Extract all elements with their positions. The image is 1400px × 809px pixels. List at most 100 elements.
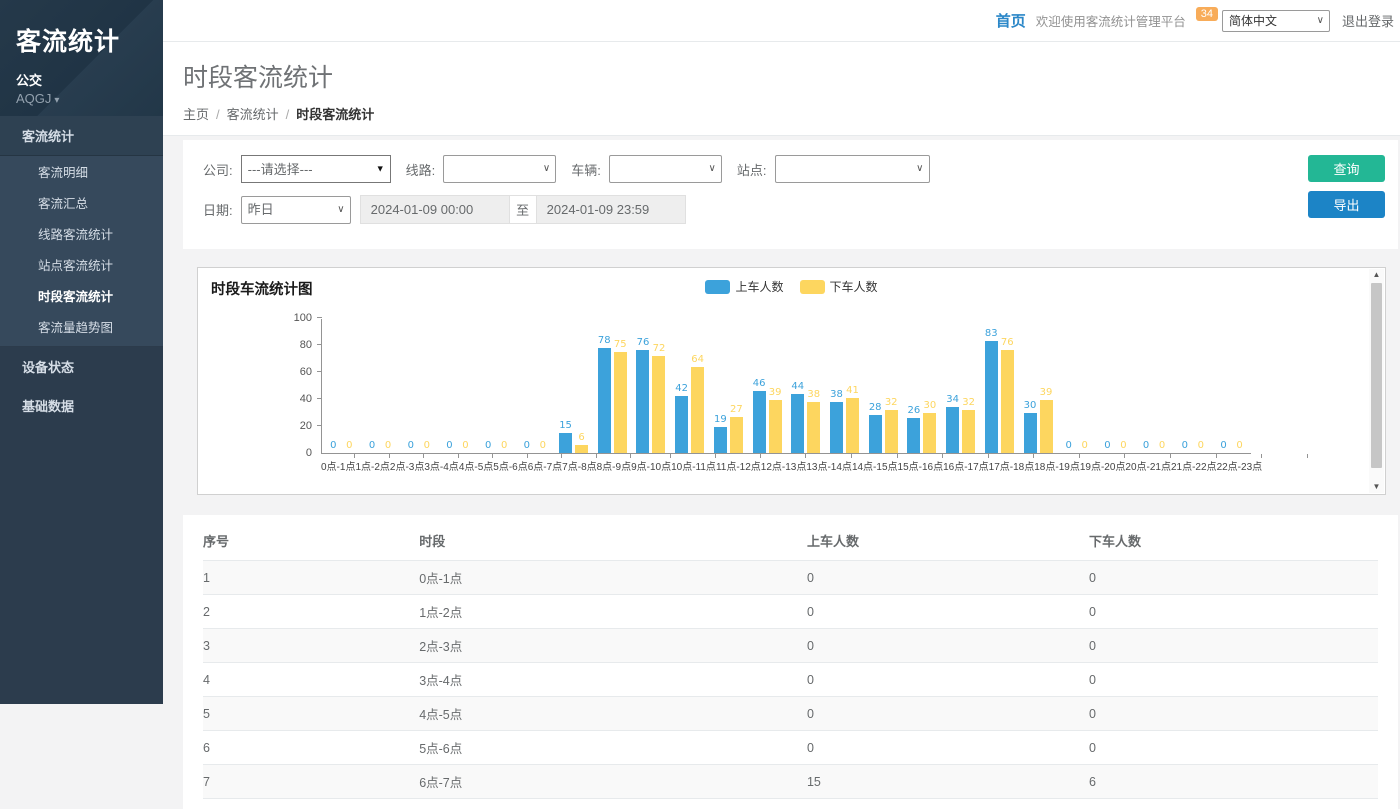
y-axis-label: 60	[282, 366, 312, 378]
breadcrumb-separator: /	[279, 107, 297, 122]
bar-value-label: 26	[908, 405, 921, 416]
bar-value-label: 39	[769, 387, 782, 398]
table-cell: 7	[203, 765, 419, 799]
chart-bar	[946, 407, 959, 453]
bar-value-label: 0	[1143, 440, 1149, 451]
y-axis-tick	[317, 398, 322, 399]
bar-group: 7875	[593, 319, 632, 453]
date-start-input[interactable]	[360, 195, 510, 224]
org-selector[interactable]: AQGJ▾	[16, 91, 147, 106]
breadcrumb-separator: /	[209, 107, 227, 122]
chevron-down-icon: ▾	[54, 95, 59, 106]
x-axis-label: 4点-5点	[459, 454, 493, 470]
bar-group: 2832	[864, 319, 903, 453]
legend-swatch	[705, 280, 730, 294]
page-title: 时段客流统计	[183, 58, 1400, 94]
table-cell: 0	[807, 561, 1089, 595]
bar-group: 00	[1173, 319, 1212, 453]
bar-value-label: 0	[346, 440, 352, 451]
bar-value-label: 0	[485, 440, 491, 451]
page-heading: 时段客流统计 主页/客流统计/时段客流统计	[163, 42, 1400, 136]
bar-group: 3432	[941, 319, 980, 453]
vehicle-select-wrap: ∨	[609, 155, 722, 183]
bar-value-label: 15	[559, 420, 572, 431]
company-label: 公司:	[203, 160, 233, 179]
date-preset-select[interactable]: 昨日	[241, 196, 351, 224]
sidebar-item-客流汇总[interactable]: 客流汇总	[0, 187, 163, 218]
table-body: 10点-1点0021点-2点0032点-3点0043点-4点0054点-5点00…	[203, 561, 1378, 799]
chart-bar	[675, 396, 688, 453]
y-axis-label: 0	[282, 447, 312, 459]
bar-value-label: 32	[962, 397, 975, 408]
table-cell: 0	[1089, 595, 1378, 629]
x-axis-label: 0点-1点	[321, 454, 355, 470]
table-cell: 5点-6点	[419, 731, 807, 765]
welcome-text: 欢迎使用客流统计管理平台	[1036, 11, 1186, 30]
sidebar-item-客流统计[interactable]: 客流统计	[0, 116, 163, 156]
bar-value-label: 0	[385, 440, 391, 451]
breadcrumb: 主页/客流统计/时段客流统计	[183, 104, 1400, 123]
scrollbar-thumb[interactable]	[1371, 283, 1382, 468]
x-axis-label: 11点-12点	[716, 454, 761, 470]
breadcrumb-item[interactable]: 客流统计	[227, 107, 279, 122]
bar-value-label: 46	[753, 378, 766, 389]
sidebar-item-客流明细[interactable]: 客流明细	[0, 156, 163, 187]
table-column-header: 下车人数	[1089, 517, 1378, 561]
table-cell: 2	[203, 595, 419, 629]
bar-value-label: 0	[501, 440, 507, 451]
table-cell: 3	[203, 629, 419, 663]
chart-bar	[559, 433, 572, 453]
legend-label: 上车人数	[735, 278, 783, 295]
bar-value-label: 0	[1120, 440, 1126, 451]
chart-scrollbar[interactable]: ▲ ▼	[1369, 269, 1384, 493]
home-link[interactable]: 首页	[996, 10, 1026, 31]
chart-panel: 时段车流统计图 上车人数下车人数 00000000000015678757672…	[197, 267, 1386, 495]
breadcrumb-item[interactable]: 主页	[183, 107, 209, 122]
bar-value-label: 0	[540, 440, 546, 451]
export-button[interactable]: 导出	[1308, 191, 1385, 218]
table-cell: 0	[1089, 697, 1378, 731]
station-select-wrap: ∨	[775, 155, 930, 183]
table-cell: 0	[807, 663, 1089, 697]
sidebar: 客流统计 公交 AQGJ▾ 客流统计客流明细客流汇总线路客流统计站点客流统计时段…	[0, 0, 163, 704]
filter-row-1: 公司: ---请选择--- ▼ 线路: ∨ 车辆: ∨ 站点: ∨	[203, 155, 1398, 183]
sidebar-item-线路客流统计[interactable]: 线路客流统计	[0, 218, 163, 249]
logout-link[interactable]: 退出登录	[1342, 11, 1394, 30]
vehicle-select[interactable]	[609, 155, 722, 183]
chart-area: 0000000000001567875767242641927463944383…	[211, 319, 1251, 470]
chart-bar	[730, 417, 743, 453]
chart-bar	[830, 402, 843, 453]
bar-group: 8376	[980, 319, 1019, 453]
language-select[interactable]: 简体中文	[1222, 10, 1330, 32]
table-cell: 3点-4点	[419, 663, 807, 697]
chart-bar	[1001, 350, 1014, 453]
bar-value-label: 30	[924, 400, 937, 411]
bar-value-label: 19	[714, 414, 727, 425]
bar-group: 00	[322, 319, 361, 453]
x-axis-label: 23点-24点	[1262, 454, 1308, 470]
chart-bar	[652, 356, 665, 453]
chart-legend: 上车人数下车人数	[198, 278, 1385, 295]
notification-badge: 34	[1196, 7, 1218, 21]
scroll-up-icon[interactable]: ▲	[1373, 270, 1381, 280]
bar-value-label: 0	[1066, 440, 1072, 451]
scroll-down-icon[interactable]: ▼	[1373, 482, 1381, 492]
station-select[interactable]	[775, 155, 930, 183]
table-column-header: 序号	[203, 517, 419, 561]
topbar: 首页 欢迎使用客流统计管理平台 34 简体中文 ∨ 退出登录	[163, 0, 1400, 42]
table-cell: 1	[203, 561, 419, 595]
company-select[interactable]: ---请选择---	[241, 155, 391, 183]
station-label: 站点:	[737, 160, 767, 179]
sidebar-item-设备状态[interactable]: 设备状态	[0, 347, 163, 386]
sidebar-item-基础数据[interactable]: 基础数据	[0, 386, 163, 425]
search-button[interactable]: 查询	[1308, 155, 1385, 182]
filter-panel: 公司: ---请选择--- ▼ 线路: ∨ 车辆: ∨ 站点: ∨	[183, 140, 1398, 249]
sidebar-item-时段客流统计[interactable]: 时段客流统计	[0, 280, 163, 311]
x-axis-label: 19点-20点	[1080, 454, 1126, 470]
line-select[interactable]	[443, 155, 556, 183]
chart-bar	[885, 410, 898, 453]
bar-value-label: 75	[614, 339, 627, 350]
date-end-input[interactable]	[536, 195, 686, 224]
sidebar-item-站点客流统计[interactable]: 站点客流统计	[0, 249, 163, 280]
sidebar-item-客流量趋势图[interactable]: 客流量趋势图	[0, 311, 163, 347]
